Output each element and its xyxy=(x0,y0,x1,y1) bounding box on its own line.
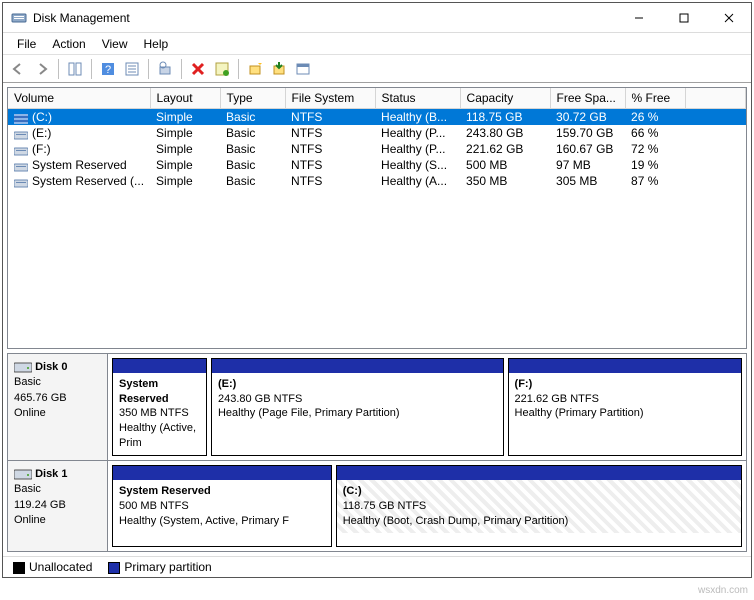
drive-icon xyxy=(14,129,28,139)
disk-icon xyxy=(14,361,32,373)
settings-button[interactable] xyxy=(292,58,314,80)
show-hide-tree-button[interactable] xyxy=(64,58,86,80)
column-header[interactable]: Status xyxy=(375,88,460,109)
partition[interactable]: System Reserved350 MB NTFSHealthy (Activ… xyxy=(112,358,207,456)
disk-icon xyxy=(14,468,32,480)
menu-file[interactable]: File xyxy=(9,35,44,53)
svg-text:?: ? xyxy=(105,64,111,76)
disk-graphical-view: Disk 0Basic465.76 GBOnlineSystem Reserve… xyxy=(7,353,747,552)
table-row[interactable]: (F:)SimpleBasicNTFSHealthy (P...221.62 G… xyxy=(8,141,746,157)
disk-label[interactable]: Disk 0Basic465.76 GBOnline xyxy=(8,354,108,460)
partition[interactable]: System Reserved500 MB NTFSHealthy (Syste… xyxy=(112,465,332,547)
attach-vhd-button[interactable] xyxy=(268,58,290,80)
menu-action[interactable]: Action xyxy=(44,35,93,53)
volume-table: VolumeLayoutTypeFile SystemStatusCapacit… xyxy=(8,88,746,189)
partition-header xyxy=(509,359,741,373)
drive-icon xyxy=(14,113,28,123)
separator xyxy=(58,59,59,79)
close-button[interactable] xyxy=(706,4,751,32)
new-volume-button[interactable] xyxy=(244,58,266,80)
forward-button[interactable] xyxy=(31,58,53,80)
menubar: File Action View Help xyxy=(3,33,751,55)
legend-primary: Primary partition xyxy=(124,560,211,574)
partition-header xyxy=(212,359,503,373)
partition-header xyxy=(113,466,331,480)
menu-view[interactable]: View xyxy=(94,35,136,53)
disk-label[interactable]: Disk 1Basic119.24 GBOnline xyxy=(8,461,108,551)
table-row[interactable]: System Reserved (...SimpleBasicNTFSHealt… xyxy=(8,173,746,189)
column-header[interactable]: Free Spa... xyxy=(550,88,625,109)
delete-button[interactable] xyxy=(187,58,209,80)
column-header[interactable]: Capacity xyxy=(460,88,550,109)
partition-container: System Reserved350 MB NTFSHealthy (Activ… xyxy=(108,354,746,460)
primary-swatch xyxy=(108,562,120,574)
unallocated-swatch xyxy=(13,562,25,574)
content-area: VolumeLayoutTypeFile SystemStatusCapacit… xyxy=(3,83,751,577)
separator xyxy=(238,59,239,79)
drive-icon xyxy=(14,145,28,155)
back-button[interactable] xyxy=(7,58,29,80)
drive-icon xyxy=(14,177,28,187)
separator xyxy=(181,59,182,79)
help-button[interactable]: ? xyxy=(97,58,119,80)
legend-unallocated: Unallocated xyxy=(29,560,92,574)
partition-body: (E:)243.80 GB NTFSHealthy (Page File, Pr… xyxy=(212,373,503,426)
separator xyxy=(148,59,149,79)
partition-body: System Reserved350 MB NTFSHealthy (Activ… xyxy=(113,373,206,455)
disk-row[interactable]: Disk 1Basic119.24 GBOnlineSystem Reserve… xyxy=(8,461,746,551)
partition-body: System Reserved500 MB NTFSHealthy (Syste… xyxy=(113,480,331,533)
column-header[interactable]: % Free xyxy=(625,88,685,109)
partition-header xyxy=(113,359,206,373)
titlebar[interactable]: Disk Management xyxy=(3,3,751,33)
minimize-button[interactable] xyxy=(616,4,661,32)
disk-row[interactable]: Disk 0Basic465.76 GBOnlineSystem Reserve… xyxy=(8,354,746,461)
refresh-button[interactable] xyxy=(121,58,143,80)
table-row[interactable]: System ReservedSimpleBasicNTFSHealthy (S… xyxy=(8,157,746,173)
window-title: Disk Management xyxy=(33,11,616,25)
volume-list[interactable]: VolumeLayoutTypeFile SystemStatusCapacit… xyxy=(7,87,747,349)
toolbar: ? xyxy=(3,55,751,83)
table-row[interactable]: (C:)SimpleBasicNTFSHealthy (B...118.75 G… xyxy=(8,109,746,126)
properties-button[interactable] xyxy=(154,58,176,80)
partition[interactable]: (F:)221.62 GB NTFSHealthy (Primary Parti… xyxy=(508,358,742,456)
partition-body: (C:)118.75 GB NTFSHealthy (Boot, Crash D… xyxy=(337,480,741,533)
partition[interactable]: (E:)243.80 GB NTFSHealthy (Page File, Pr… xyxy=(211,358,504,456)
drive-icon xyxy=(14,161,28,171)
app-icon xyxy=(11,10,27,26)
legend: Unallocated Primary partition xyxy=(3,556,751,577)
separator xyxy=(91,59,92,79)
partition-container: System Reserved500 MB NTFSHealthy (Syste… xyxy=(108,461,746,551)
partition[interactable]: (C:)118.75 GB NTFSHealthy (Boot, Crash D… xyxy=(336,465,742,547)
partition-header xyxy=(337,466,741,480)
disk-management-window: Disk Management File Action View Help ? … xyxy=(2,2,752,578)
menu-help[interactable]: Help xyxy=(136,35,177,53)
column-header[interactable]: Layout xyxy=(150,88,220,109)
maximize-button[interactable] xyxy=(661,4,706,32)
column-header[interactable]: File System xyxy=(285,88,375,109)
column-header[interactable]: Type xyxy=(220,88,285,109)
partition-body: (F:)221.62 GB NTFSHealthy (Primary Parti… xyxy=(509,373,741,426)
action-button[interactable] xyxy=(211,58,233,80)
table-row[interactable]: (E:)SimpleBasicNTFSHealthy (P...243.80 G… xyxy=(8,125,746,141)
column-header[interactable]: Volume xyxy=(8,88,150,109)
watermark: wsxdn.com xyxy=(698,585,748,596)
